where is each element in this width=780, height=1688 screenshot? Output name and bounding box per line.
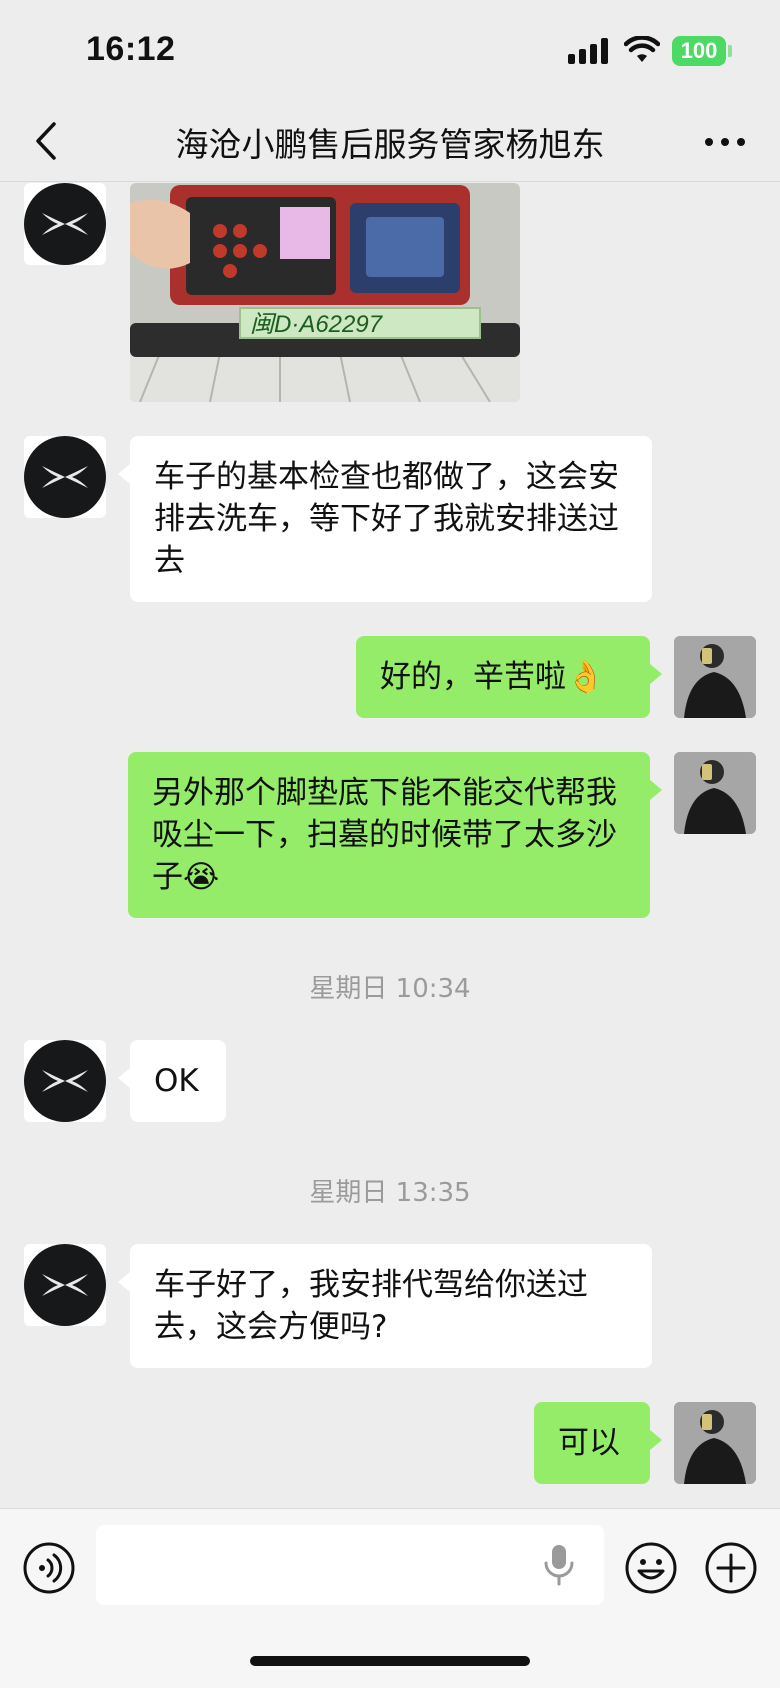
- home-indicator: [250, 1656, 530, 1666]
- message-timestamp: 星期日 10:34: [309, 974, 471, 1004]
- microphone-icon[interactable]: [543, 1543, 575, 1587]
- plate-text: 闽D·A62297: [250, 311, 384, 338]
- wifi-icon: [624, 36, 660, 62]
- user-avatar[interactable]: [674, 752, 756, 834]
- xpeng-logo-icon: [42, 213, 88, 235]
- message-timestamp: 星期日 13:35: [309, 1178, 471, 1208]
- chat-title: 海沧小鹏售后服务管家杨旭东: [175, 125, 605, 164]
- message-bubble-incoming[interactable]: 车子的基本检查也都做了，这会安排去洗车，等下好了我就安排送过去: [118, 436, 652, 602]
- contact-avatar[interactable]: [24, 436, 106, 518]
- status-bar: 16:12 100: [0, 0, 780, 100]
- message-bubble-incoming[interactable]: OK: [118, 1040, 226, 1122]
- user-photo: [674, 752, 756, 834]
- battery-indicator: 100: [672, 36, 726, 66]
- nav-bar: 海沧小鹏售后服务管家杨旭东: [0, 100, 780, 182]
- xpeng-logo-icon: [42, 466, 88, 488]
- status-time: 16:12: [86, 30, 176, 68]
- cellular-signal-icon: [568, 38, 608, 64]
- xpeng-logo-icon: [42, 1070, 88, 1092]
- battery-cap: [728, 45, 732, 57]
- message-bubble-outgoing[interactable]: 另外那个脚垫底下能不能交代帮我吸尘一下，扫墓的时候带了太多沙子😭: [128, 752, 662, 918]
- xpeng-logo-icon: [42, 1274, 88, 1296]
- user-photo: [674, 1402, 756, 1484]
- voice-icon[interactable]: [22, 1541, 76, 1595]
- user-photo: [674, 636, 756, 718]
- chat-area[interactable]: 闽D·A62297 车子的基本检查也都做了，这会安排去洗车，等下好了我就安排送过…: [0, 183, 780, 1508]
- message-bubble-outgoing[interactable]: 可以: [534, 1402, 662, 1484]
- message-bubble-outgoing[interactable]: 好的，辛苦啦👌: [356, 636, 662, 718]
- contact-avatar[interactable]: [24, 1040, 106, 1122]
- message-image[interactable]: 闽D·A62297: [130, 183, 520, 402]
- plus-icon[interactable]: [704, 1541, 758, 1595]
- contact-avatar[interactable]: [24, 1244, 106, 1326]
- car-diagnostic-photo: 闽D·A62297: [130, 183, 520, 402]
- user-avatar[interactable]: [674, 636, 756, 718]
- chevron-left-icon[interactable]: [28, 118, 68, 164]
- contact-avatar[interactable]: [24, 183, 106, 265]
- user-avatar[interactable]: [674, 1402, 756, 1484]
- message-input[interactable]: [96, 1525, 604, 1605]
- emoji-icon[interactable]: [624, 1541, 678, 1595]
- more-dots-icon[interactable]: [700, 122, 750, 162]
- message-bubble-incoming[interactable]: 车子好了，我安排代驾给你送过去，这会方便吗?: [118, 1244, 652, 1368]
